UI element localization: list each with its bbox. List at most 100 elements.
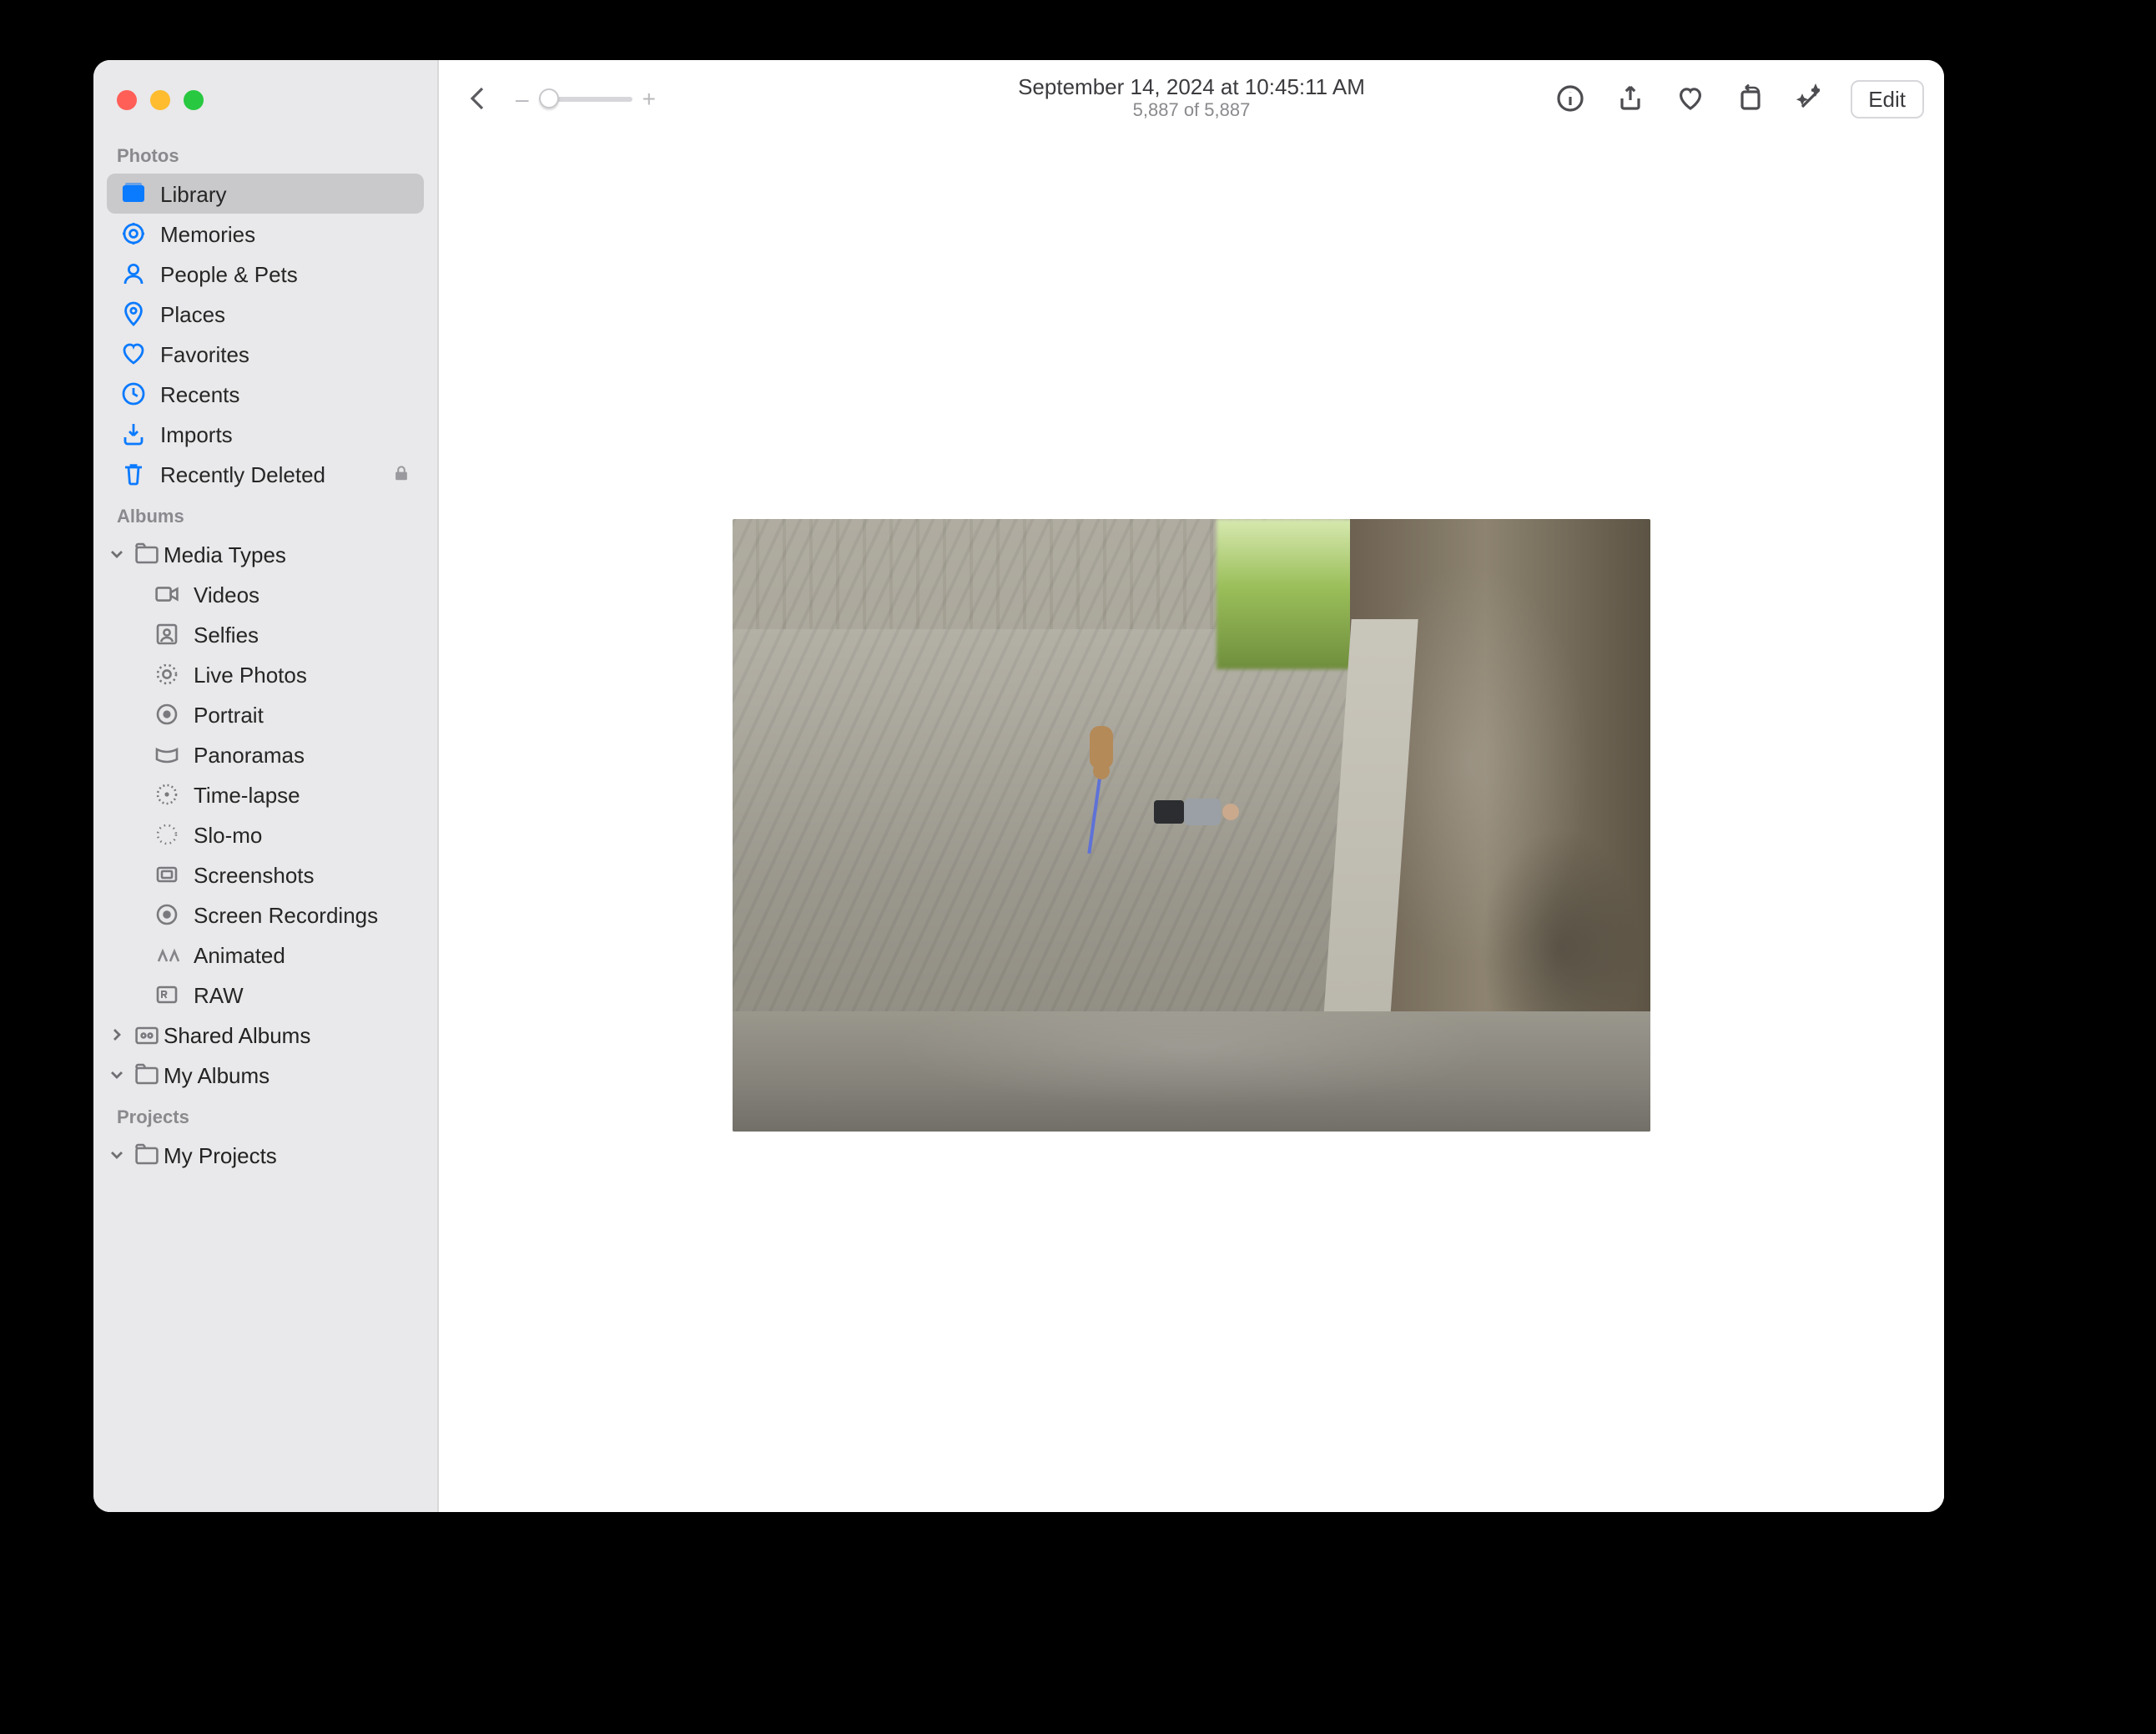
screenshot-icon bbox=[154, 861, 180, 888]
photos-window: Photos Library Memories People & Pets Pl… bbox=[93, 60, 1944, 1512]
close-window-button[interactable] bbox=[117, 90, 137, 110]
sidebar-photos-list: Library Memories People & Pets Places Fa bbox=[93, 174, 437, 494]
sidebar-item-places[interactable]: Places bbox=[107, 294, 424, 334]
sidebar-item-my-projects[interactable]: My Projects bbox=[107, 1135, 424, 1175]
folder-icon bbox=[133, 541, 160, 567]
toolbar-left: – + bbox=[459, 78, 656, 118]
sidebar-item-label: Time-lapse bbox=[194, 782, 300, 807]
sidebar-item-label: My Albums bbox=[164, 1062, 270, 1087]
photo-date-title: September 14, 2024 at 10:45:11 AM bbox=[1018, 74, 1365, 100]
toolbar-title-group: September 14, 2024 at 10:45:11 AM 5,887 … bbox=[1018, 74, 1365, 123]
sidebar-item-label: Recently Deleted bbox=[160, 461, 325, 486]
import-icon bbox=[120, 421, 147, 447]
edit-button[interactable]: Edit bbox=[1850, 79, 1924, 118]
zoom-slider[interactable]: – + bbox=[516, 85, 656, 112]
sidebar-item-people-pets[interactable]: People & Pets bbox=[107, 254, 424, 294]
lock-icon bbox=[392, 461, 411, 486]
heart-icon bbox=[120, 340, 147, 367]
places-icon bbox=[120, 300, 147, 327]
sidebar-item-raw[interactable]: RAW bbox=[107, 975, 424, 1015]
desktop: Photos Library Memories People & Pets Pl… bbox=[0, 0, 2156, 1734]
zoom-out-label: – bbox=[516, 85, 529, 112]
sidebar-item-label: My Projects bbox=[164, 1142, 277, 1167]
chevron-right-icon[interactable] bbox=[107, 1025, 127, 1045]
panorama-icon bbox=[154, 741, 180, 768]
sidebar-item-media-types[interactable]: Media Types bbox=[107, 534, 424, 574]
sidebar-item-live-photos[interactable]: Live Photos bbox=[107, 654, 424, 694]
sidebar-item-memories[interactable]: Memories bbox=[107, 214, 424, 254]
fullscreen-window-button[interactable] bbox=[184, 90, 204, 110]
sidebar-projects-list: My Projects bbox=[93, 1135, 437, 1175]
video-icon bbox=[154, 581, 180, 607]
sidebar-item-label: Selfies bbox=[194, 622, 259, 647]
sidebar-item-panoramas[interactable]: Panoramas bbox=[107, 734, 424, 774]
library-icon bbox=[120, 180, 147, 207]
sidebar-item-label: Animated bbox=[194, 942, 285, 967]
zoom-knob[interactable] bbox=[539, 88, 559, 108]
screen-recording-icon bbox=[154, 901, 180, 928]
trash-icon bbox=[120, 461, 147, 487]
rotate-button[interactable] bbox=[1730, 78, 1770, 118]
selfie-icon bbox=[154, 621, 180, 648]
sidebar-item-shared-albums[interactable]: Shared Albums bbox=[107, 1015, 424, 1055]
slomo-icon bbox=[154, 821, 180, 848]
memories-icon bbox=[120, 220, 147, 247]
animated-icon bbox=[154, 941, 180, 968]
raw-icon bbox=[154, 981, 180, 1008]
photo-viewer[interactable] bbox=[439, 137, 1944, 1512]
zoom-track[interactable] bbox=[539, 96, 632, 101]
photo-count-subtitle: 5,887 of 5,887 bbox=[1018, 100, 1365, 122]
sidebar-section-projects: Projects bbox=[93, 1095, 437, 1135]
people-icon bbox=[120, 260, 147, 287]
sidebar-albums-list: Media Types Videos Selfies Live Photos P… bbox=[93, 534, 437, 1095]
sidebar-item-favorites[interactable]: Favorites bbox=[107, 334, 424, 374]
photo-image bbox=[733, 518, 1650, 1131]
chevron-down-icon[interactable] bbox=[107, 1065, 127, 1085]
chevron-down-icon[interactable] bbox=[107, 1145, 127, 1165]
sidebar-item-label: Places bbox=[160, 301, 225, 326]
sidebar-item-label: Media Types bbox=[164, 542, 286, 567]
portrait-icon bbox=[154, 701, 180, 728]
chevron-down-icon[interactable] bbox=[107, 544, 127, 564]
sidebar-item-label: Panoramas bbox=[194, 742, 305, 767]
sidebar-item-imports[interactable]: Imports bbox=[107, 414, 424, 454]
toolbar-right: Edit bbox=[1549, 78, 1924, 118]
sidebar-item-label: Portrait bbox=[194, 702, 264, 727]
sidebar-item-portrait[interactable]: Portrait bbox=[107, 694, 424, 734]
sidebar-item-videos[interactable]: Videos bbox=[107, 574, 424, 614]
sidebar-section-albums: Albums bbox=[93, 494, 437, 534]
sidebar-item-selfies[interactable]: Selfies bbox=[107, 614, 424, 654]
sidebar-item-label: Recents bbox=[160, 381, 239, 406]
info-button[interactable] bbox=[1549, 78, 1589, 118]
shared-folder-icon bbox=[133, 1021, 160, 1048]
minimize-window-button[interactable] bbox=[150, 90, 170, 110]
sidebar-item-label: Screen Recordings bbox=[194, 902, 378, 927]
sidebar-item-label: Memories bbox=[160, 221, 255, 246]
sidebar-item-screenshots[interactable]: Screenshots bbox=[107, 854, 424, 895]
sidebar-item-timelapse[interactable]: Time-lapse bbox=[107, 774, 424, 814]
sidebar-item-recents[interactable]: Recents bbox=[107, 374, 424, 414]
sidebar-item-label: Live Photos bbox=[194, 662, 307, 687]
sidebar-item-my-albums[interactable]: My Albums bbox=[107, 1055, 424, 1095]
sidebar-item-slomo[interactable]: Slo-mo bbox=[107, 814, 424, 854]
sidebar-item-library[interactable]: Library bbox=[107, 174, 424, 214]
folder-icon bbox=[133, 1061, 160, 1088]
zoom-in-label: + bbox=[642, 85, 656, 112]
share-button[interactable] bbox=[1609, 78, 1650, 118]
sidebar-item-label: Videos bbox=[194, 582, 259, 607]
sidebar-item-screen-recordings[interactable]: Screen Recordings bbox=[107, 895, 424, 935]
folder-icon bbox=[133, 1142, 160, 1168]
sidebar-item-animated[interactable]: Animated bbox=[107, 935, 424, 975]
main-content: – + September 14, 2024 at 10:45:11 AM 5,… bbox=[439, 60, 1944, 1512]
sidebar-item-label: Shared Albums bbox=[164, 1022, 310, 1047]
clock-icon bbox=[120, 381, 147, 407]
sidebar-item-label: Imports bbox=[160, 421, 233, 446]
enhance-button[interactable] bbox=[1790, 78, 1830, 118]
window-controls bbox=[93, 73, 437, 134]
back-button[interactable] bbox=[459, 78, 499, 118]
favorite-button[interactable] bbox=[1670, 78, 1710, 118]
live-photos-icon bbox=[154, 661, 180, 688]
sidebar-item-label: Library bbox=[160, 181, 227, 206]
sidebar-item-recently-deleted[interactable]: Recently Deleted bbox=[107, 454, 424, 494]
sidebar-section-photos: Photos bbox=[93, 134, 437, 174]
